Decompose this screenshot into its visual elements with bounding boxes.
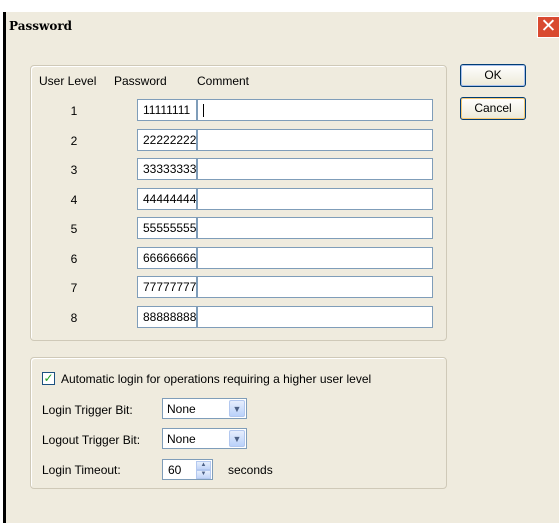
logout-trigger-label: Logout Trigger Bit:	[42, 433, 141, 447]
chevron-down-icon[interactable]: ▼	[229, 430, 245, 447]
password-field-6[interactable]: 66666666	[137, 247, 197, 269]
user-level-label: 8	[70, 311, 78, 325]
login-trigger-select[interactable]: None ▼	[162, 398, 247, 419]
comment-field-8[interactable]	[197, 306, 433, 328]
logout-trigger-value: None	[167, 432, 196, 446]
auto-login-label[interactable]: Automatic login for operations requiring…	[61, 372, 371, 386]
chevron-down-icon[interactable]: ▼	[229, 400, 245, 417]
password-field-8[interactable]: 88888888	[137, 306, 197, 328]
auto-login-checkbox[interactable]: ✓	[42, 372, 55, 385]
title-bar[interactable]: Password ✕	[6, 12, 559, 42]
login-trigger-label: Login Trigger Bit:	[42, 403, 133, 417]
login-trigger-value: None	[167, 402, 196, 416]
user-level-label: 6	[70, 252, 78, 266]
close-button[interactable]: ✕	[537, 16, 559, 38]
timeout-unit-label: seconds	[228, 463, 273, 477]
login-timeout-value: 60	[168, 463, 182, 477]
user-level-label: 5	[70, 222, 78, 236]
spin-up-icon[interactable]: ▲	[196, 461, 211, 470]
checkmark-icon: ✓	[43, 371, 54, 385]
close-icon: ✕	[540, 16, 557, 37]
spin-down-icon[interactable]: ▼	[196, 470, 211, 479]
comment-field-2[interactable]	[197, 129, 433, 151]
comment-field-7[interactable]	[197, 276, 433, 298]
password-field-2[interactable]: 22222222	[137, 129, 197, 151]
password-field-7[interactable]: 77777777	[137, 276, 197, 298]
password-field-1[interactable]: 11111111	[137, 99, 197, 121]
comment-field-1[interactable]	[197, 99, 433, 121]
header-comment: Comment	[197, 74, 250, 88]
ok-button[interactable]: OK	[460, 64, 526, 87]
user-level-label: 4	[70, 193, 78, 207]
user-level-label: 1	[70, 104, 78, 118]
dialog-title: Password	[9, 19, 73, 33]
user-level-label: 7	[70, 281, 78, 295]
user-level-label: 2	[70, 134, 78, 148]
header-password: Password	[114, 74, 167, 88]
password-field-4[interactable]: 44444444	[137, 188, 197, 210]
comment-field-3[interactable]	[197, 158, 433, 180]
password-field-3[interactable]: 33333333	[137, 158, 197, 180]
user-level-label: 3	[70, 163, 78, 177]
comment-field-5[interactable]	[197, 217, 433, 239]
header-user-level: User Level	[39, 74, 97, 88]
password-field-5[interactable]: 55555555	[137, 217, 197, 239]
comment-field-4[interactable]	[197, 188, 433, 210]
cancel-button[interactable]: Cancel	[460, 97, 526, 120]
logout-trigger-select[interactable]: None ▼	[162, 428, 247, 449]
login-timeout-label: Login Timeout:	[42, 463, 121, 477]
login-timeout-stepper[interactable]: 60 ▲ ▼	[162, 459, 213, 480]
text-caret	[203, 104, 204, 117]
comment-field-6[interactable]	[197, 247, 433, 269]
